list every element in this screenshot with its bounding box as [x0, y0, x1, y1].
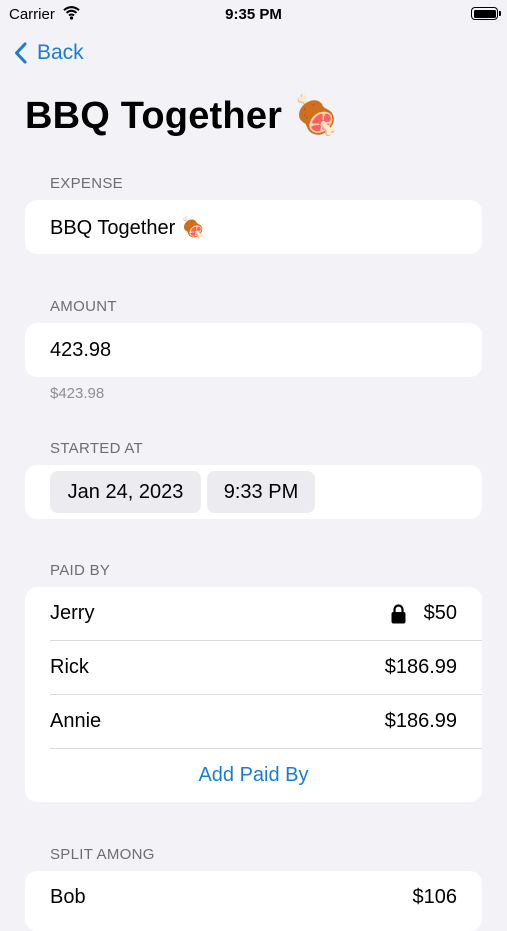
add-paid-by-button[interactable]: Add Paid By: [25, 749, 482, 802]
amount-card: 423.98: [25, 323, 482, 377]
amount-section-header: AMOUNT: [50, 298, 117, 315]
back-button[interactable]: Back: [14, 38, 84, 68]
expense-section-header: EXPENSE: [50, 175, 123, 192]
payer-name: Jerry: [50, 602, 95, 624]
time-picker-button[interactable]: 9:33 PM: [207, 471, 315, 513]
payer-amount: $186.99: [384, 710, 457, 732]
battery-icon: [471, 7, 501, 20]
started-at-section-header: STARTED AT: [50, 440, 144, 457]
expense-card: BBQ Together 🍖: [25, 200, 482, 254]
payer-amount: $186.99: [384, 656, 457, 678]
date-picker-button[interactable]: Jan 24, 2023: [50, 471, 201, 513]
member-name: Bob: [50, 886, 86, 908]
paid-by-row[interactable]: Jerry $50: [25, 587, 482, 640]
expense-name-field[interactable]: BBQ Together 🍖: [50, 200, 460, 254]
page-title: BBQ Together 🍖: [25, 95, 341, 137]
payer-name: Rick: [50, 656, 89, 678]
split-among-row[interactable]: Bob $106: [25, 871, 482, 924]
payer-name: Annie: [50, 710, 102, 732]
back-label: Back: [37, 41, 84, 64]
clock: 9:35 PM: [225, 6, 282, 23]
lock-icon: [391, 604, 406, 624]
paid-by-row[interactable]: Rick $186.99: [25, 641, 482, 694]
split-among-section-header: SPLIT AMONG: [50, 846, 155, 863]
started-at-card: Jan 24, 2023 9:33 PM: [25, 465, 482, 519]
paid-by-row[interactable]: Annie $186.99: [25, 695, 482, 748]
chevron-left-icon: [15, 42, 27, 64]
status-bar: Carrier 9:35 PM: [0, 0, 507, 28]
payer-amount: $50: [423, 602, 457, 624]
split-among-card: Bob $106: [25, 871, 482, 931]
member-amount: $106: [412, 886, 458, 908]
paid-by-section-header: PAID BY: [50, 562, 111, 579]
amount-formatted-note: $423.98: [50, 385, 105, 402]
amount-field[interactable]: 423.98: [50, 323, 460, 377]
paid-by-card: Jerry $50 Rick $186.99 Annie $186.99 Add…: [25, 587, 482, 802]
